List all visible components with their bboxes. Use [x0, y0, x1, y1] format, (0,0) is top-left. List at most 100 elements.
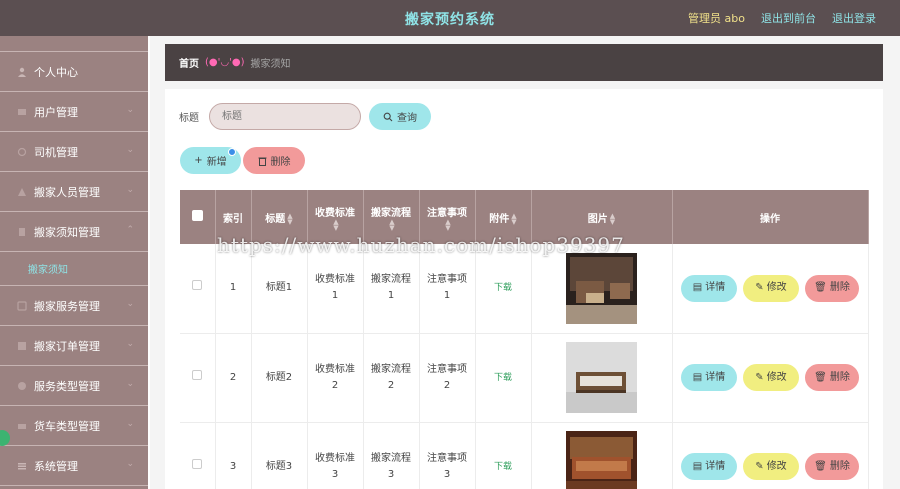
logout-link[interactable]: 退出登录 — [832, 10, 876, 26]
truck-icon — [16, 420, 28, 432]
add-button[interactable]: + 新增 — [180, 147, 241, 174]
sidebar-item-user-management[interactable]: 用户管理 ⌄ — [0, 92, 148, 132]
sidebar-item-driver-management[interactable]: 司机管理 ⌄ — [0, 132, 148, 172]
sidebar-subitem-notice[interactable]: 搬家须知 — [0, 252, 148, 286]
select-all-cell[interactable] — [180, 190, 216, 244]
col-attachment[interactable]: 附件 ▲ ▼ — [475, 190, 532, 244]
breadcrumb-current: 搬家须知 — [250, 59, 291, 70]
cell-title: 标题3 — [251, 422, 308, 489]
document-icon: ▤ — [692, 371, 703, 383]
download-link[interactable]: 下载 — [494, 283, 512, 293]
chevron-down-icon: ⌄ — [126, 459, 134, 469]
sidebar-item-notice-management[interactable]: 搬家须知管理 ⌃ — [0, 212, 148, 252]
col-image[interactable]: 图片 ▲ ▼ — [531, 190, 673, 244]
cell-index: 3 — [215, 422, 252, 489]
search-bar: 标题 查询 — [179, 103, 431, 130]
order-icon — [16, 340, 28, 352]
sidebar-subitem-label: 搬家须知 — [28, 265, 68, 276]
sidebar-item-personal-center[interactable]: 个人中心 — [0, 52, 148, 92]
sidebar-item-label: 货车类型管理 — [34, 419, 100, 433]
row-checkbox[interactable] — [192, 458, 203, 469]
table-row: 2 标题2 收费标准 2 搬家流程 2 注意事项 2 下载 ▤ 详情 ✎ 修改 … — [180, 333, 869, 423]
sidebar: 个人中心 用户管理 ⌄ 司机管理 ⌄ 搬家人员管理 ⌄ 搬家须知管理 ⌃ 搬家须… — [0, 36, 148, 489]
col-fee[interactable]: 收费标准 ▲ ▼ — [307, 190, 364, 244]
sidebar-item-service-type-management[interactable]: 服务类型管理 ⌄ — [0, 366, 148, 406]
notice-icon — [16, 226, 28, 238]
query-button[interactable]: 查询 — [369, 103, 431, 130]
sidebar-item-label: 搬家服务管理 — [34, 299, 100, 313]
breadcrumb-home[interactable]: 首页 — [179, 55, 199, 70]
sidebar-item-truck-type-management[interactable]: 货车类型管理 ⌄ — [0, 406, 148, 446]
service-icon — [16, 300, 28, 312]
sort-icon[interactable]: ▲ ▼ — [445, 218, 450, 231]
select-all-checkbox[interactable] — [191, 210, 203, 221]
edit-button[interactable]: ✎ 修改 — [743, 453, 799, 480]
add-button-label: 新增 — [206, 157, 227, 168]
sidebar-item-label: 用户管理 — [34, 105, 78, 119]
cell-image — [531, 422, 673, 489]
delete-button[interactable]: 🗑 删除 — [805, 364, 859, 391]
sidebar-spacer — [0, 36, 148, 52]
detail-button[interactable]: ▤ 详情 — [681, 274, 737, 302]
action-bar: + 新增 删除 — [180, 147, 305, 174]
batch-delete-label: 删除 — [270, 157, 291, 168]
row-checkbox[interactable] — [192, 280, 203, 291]
back-to-front-link[interactable]: 退出到前台 — [761, 10, 816, 26]
delete-button[interactable]: 🗑 删除 — [805, 274, 859, 302]
row-operations: ▤ 详情 ✎ 修改 🗑 删除 — [673, 274, 868, 302]
trash-icon: 🗑 — [814, 460, 827, 472]
col-title[interactable]: 标题 ▲ ▼ — [251, 190, 308, 244]
sort-icon[interactable]: ▲ ▼ — [511, 212, 516, 225]
sidebar-item-service-management[interactable]: 搬家服务管理 ⌄ — [0, 286, 148, 326]
top-bar: 搬家预约系统 管理员 abo 退出到前台 退出登录 — [0, 0, 900, 36]
col-flow[interactable]: 搬家流程 ▲ ▼ — [363, 190, 420, 244]
batch-delete-button[interactable]: 删除 — [243, 147, 305, 174]
sidebar-item-order-management[interactable]: 搬家订单管理 ⌄ — [0, 326, 148, 366]
user-icon — [16, 66, 28, 78]
chevron-down-icon: ⌄ — [126, 105, 134, 115]
col-notes[interactable]: 注意事项 ▲ ▼ — [419, 190, 476, 244]
trash-icon: 🗑 — [814, 282, 827, 294]
notification-dot — [228, 148, 236, 156]
furniture-thumbnail — [566, 342, 637, 413]
content-panel: 标题 查询 + 新增 删除 — [165, 89, 883, 489]
query-button-label: 查询 — [397, 113, 417, 124]
delete-button[interactable]: 🗑 删除 — [805, 453, 859, 480]
trash-icon: 🗑 — [814, 371, 827, 383]
cell-index: 1 — [215, 244, 252, 334]
document-icon: ▤ — [692, 282, 703, 294]
sort-icon[interactable]: ▲ ▼ — [610, 212, 615, 225]
row-checkbox[interactable] — [192, 369, 203, 380]
search-icon — [383, 112, 393, 121]
chevron-down-icon: ⌄ — [126, 339, 134, 349]
cell-title: 标题1 — [251, 244, 308, 334]
sidebar-item-label: 搬家须知管理 — [34, 225, 100, 239]
download-link[interactable]: 下载 — [494, 373, 512, 383]
admin-name: 管理员 abo — [688, 12, 745, 25]
download-link[interactable]: 下载 — [494, 462, 512, 472]
row-operations: ▤ 详情 ✎ 修改 🗑 删除 — [673, 453, 868, 480]
edit-button[interactable]: ✎ 修改 — [743, 274, 799, 302]
table-header-row: 索引 标题 ▲ ▼ 收费标准 ▲ ▼ 搬家流程 ▲ ▼ 注意事项 ▲ ▼ 附件 ▲ ▼ 图片 ▲ ▼ 操… — [180, 190, 869, 244]
table-row: 3 标题3 收费标准 3 搬家流程 3 注意事项 3 下载 ▤ 详情 ✎ 修改 … — [180, 422, 869, 489]
users-icon — [16, 106, 28, 118]
sidebar-item-system-management[interactable]: 系统管理 ⌄ — [0, 446, 148, 486]
sort-icon[interactable]: ▲ ▼ — [287, 212, 292, 225]
detail-button[interactable]: ▤ 详情 — [681, 364, 737, 391]
sidebar-item-label: 搬家人员管理 — [34, 185, 100, 199]
service-type-icon — [16, 380, 28, 392]
cell-flow: 搬家流程 2 — [363, 333, 420, 423]
chevron-down-icon: ⌄ — [126, 145, 134, 155]
cell-fee: 收费标准 3 — [307, 422, 364, 489]
sidebar-item-label: 服务类型管理 — [34, 379, 100, 393]
sidebar-item-mover-management[interactable]: 搬家人员管理 ⌄ — [0, 172, 148, 212]
sort-icon[interactable]: ▲ ▼ — [389, 218, 394, 231]
edit-button[interactable]: ✎ 修改 — [743, 364, 799, 391]
chevron-down-icon: ⌄ — [126, 185, 134, 195]
cell-fee: 收费标准 2 — [307, 333, 364, 423]
title-search-input[interactable] — [209, 103, 361, 130]
detail-button[interactable]: ▤ 详情 — [681, 453, 737, 480]
chevron-up-icon: ⌃ — [126, 225, 134, 235]
cell-image — [531, 333, 673, 423]
sort-icon[interactable]: ▲ ▼ — [333, 218, 338, 231]
